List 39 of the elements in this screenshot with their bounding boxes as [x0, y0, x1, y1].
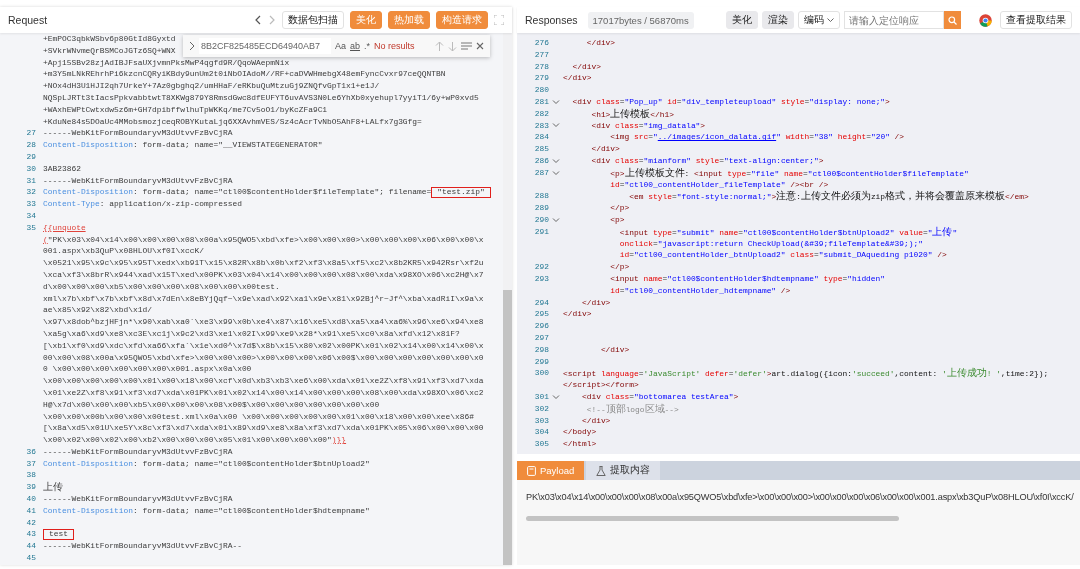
- back-icon[interactable]: [254, 15, 262, 25]
- search-icon: [948, 15, 957, 25]
- search-field[interactable]: 请输入定位响应: [844, 11, 944, 29]
- search-button[interactable]: [944, 11, 961, 29]
- extract-result-button[interactable]: 查看提取结果: [1000, 11, 1072, 29]
- fold-icon[interactable]: [552, 98, 560, 105]
- panel-title: Responses: [525, 14, 578, 26]
- fold-icon[interactable]: [552, 393, 560, 400]
- browser-icon[interactable]: [979, 13, 992, 27]
- down-arrow-icon[interactable]: [448, 40, 457, 52]
- book-icon: [527, 465, 536, 476]
- find-input[interactable]: 8B2CF825485ECD64940AB7: [199, 38, 331, 54]
- match-case-toggle[interactable]: Aa: [335, 41, 346, 51]
- fold-icon[interactable]: [552, 216, 560, 223]
- stats-badge: 17017bytes / 56870ms: [587, 11, 694, 29]
- fold-icon[interactable]: [552, 122, 560, 129]
- lines-icon[interactable]: [461, 42, 472, 50]
- panel-title: Request: [8, 14, 48, 26]
- close-icon[interactable]: [476, 42, 484, 50]
- fold-icon[interactable]: [552, 157, 560, 164]
- find-status: No results: [374, 41, 415, 51]
- encoding-dropdown[interactable]: 编码: [798, 11, 840, 29]
- fullscreen-icon[interactable]: [494, 15, 504, 25]
- regex-toggle[interactable]: .*: [364, 41, 371, 51]
- up-arrow-icon[interactable]: [435, 40, 444, 52]
- fold-icon[interactable]: [552, 170, 560, 177]
- code-line: 上传: [43, 481, 63, 495]
- chevron-icon[interactable]: [189, 41, 195, 51]
- flask-icon: [596, 465, 607, 476]
- forward-icon[interactable]: [268, 15, 276, 25]
- toolbar-button[interactable]: 美化: [726, 11, 758, 29]
- toolbar-button[interactable]: 渲染: [762, 11, 794, 29]
- horizontal-scrollbar[interactable]: [526, 516, 899, 521]
- tab[interactable]: 提取内容: [586, 461, 661, 480]
- whole-word-toggle[interactable]: ab: [350, 41, 361, 51]
- payload-text: PK\x03\x04\x14\x00\x00\x00\x08\x00a\x95QWO5\xbd\xfe>\x00\x00\x00>\x00\x00\x00\x06\x00\x00\x001.aspx\xb3QuP\x08HLOU\xf0I\xccK/: [526, 492, 1074, 502]
- caret-icon: [827, 17, 834, 23]
- scrollbar[interactable]: [503, 33, 512, 565]
- scan-button[interactable]: 数据包扫描: [282, 11, 344, 29]
